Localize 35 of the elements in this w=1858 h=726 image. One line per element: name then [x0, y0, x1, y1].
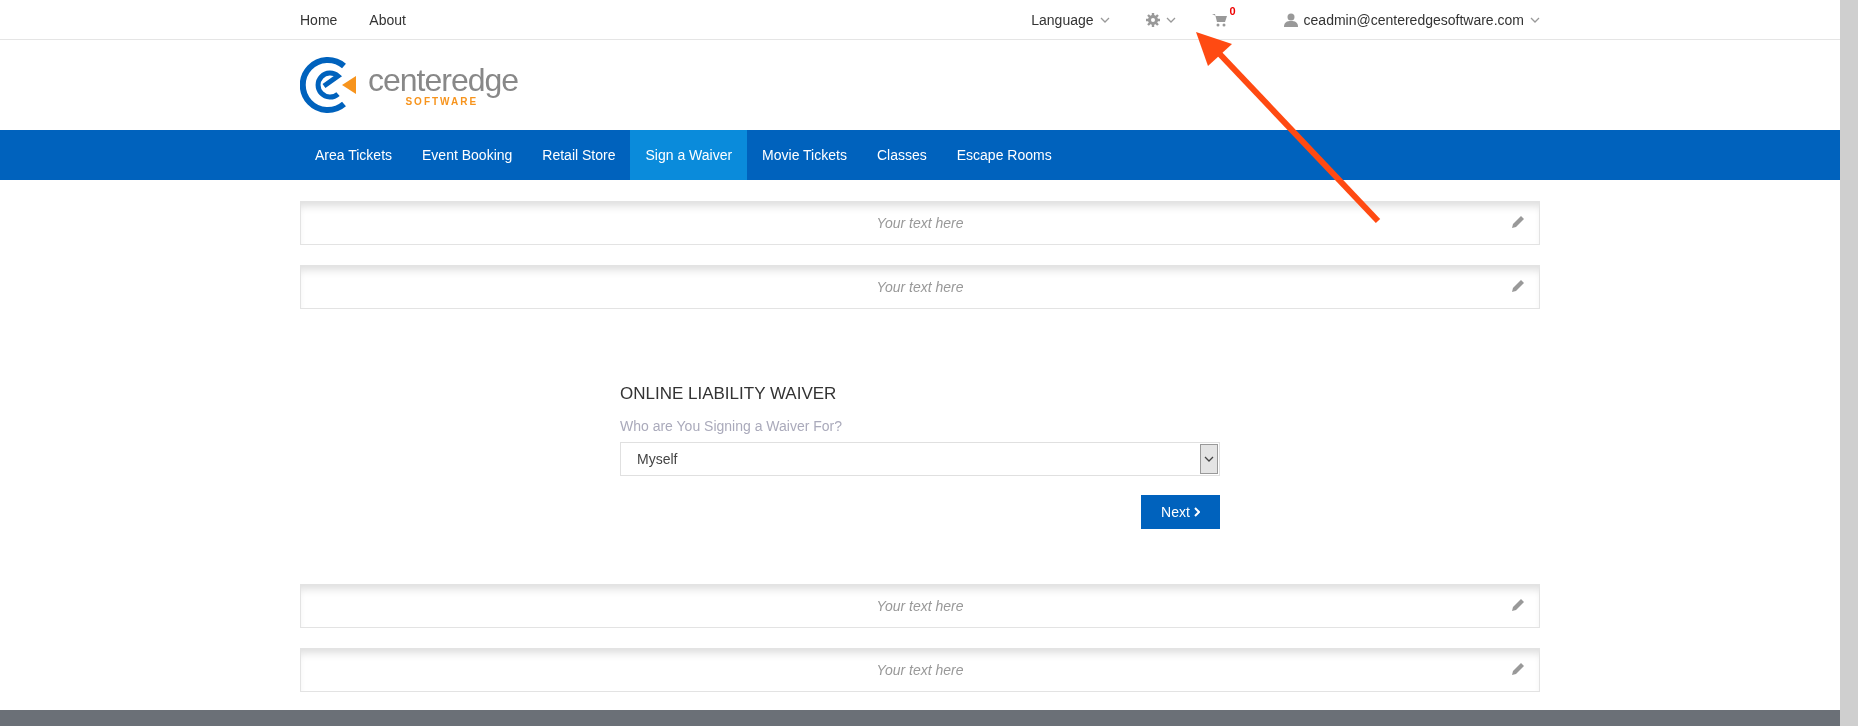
pencil-icon[interactable]: [1511, 215, 1525, 229]
language-dropdown[interactable]: Language: [1031, 11, 1110, 28]
logo-tagline: SOFTWARE: [405, 95, 479, 107]
nav-tab[interactable]: Classes: [861, 130, 942, 180]
nav-tab[interactable]: Movie Tickets: [747, 130, 862, 180]
placeholder-text: Your text here: [876, 598, 964, 614]
cart-count: 0: [1229, 4, 1236, 17]
select-field[interactable]: Myself: [620, 442, 1220, 476]
chevron-down-icon: [1099, 16, 1110, 23]
top-link[interactable]: Home: [300, 11, 338, 28]
settings-icon: [1145, 12, 1160, 27]
nav-tab[interactable]: Retail Store: [527, 130, 631, 180]
user-dropdown[interactable]: ceadmin@centeredgesoftware.com: [1283, 11, 1540, 28]
pencil-icon[interactable]: [1511, 598, 1525, 612]
scrollbar[interactable]: [1840, 0, 1858, 726]
next-button[interactable]: Next: [1141, 495, 1220, 529]
chevron-down-icon: [1165, 16, 1176, 23]
chevron-down-icon: [1530, 16, 1540, 23]
pencil-icon[interactable]: [1511, 279, 1525, 293]
settings-dropdown[interactable]: [1145, 12, 1176, 27]
logo-wordmark: centeredge: [368, 63, 519, 96]
nav-tab[interactable]: Area Tickets: [300, 130, 408, 180]
nav-tab[interactable]: Event Booking: [407, 130, 528, 180]
nav-tab[interactable]: Sign a Waiver: [630, 130, 748, 180]
pencil-icon[interactable]: [1511, 662, 1525, 676]
nav-tab[interactable]: Escape Rooms: [941, 130, 1067, 180]
form-title: ONLINE LIABILITY WAIVER: [620, 384, 838, 404]
user-icon: [1283, 12, 1298, 27]
placeholder-text: Your text here: [876, 279, 964, 295]
placeholder-text: Your text here: [876, 662, 964, 678]
chevron-right-icon: [1193, 507, 1200, 517]
top-link[interactable]: About: [369, 11, 406, 28]
cart-icon: [1211, 12, 1228, 27]
placeholder-text: Your text here: [876, 215, 964, 231]
field-label: Who are You Signing a Waiver For?: [620, 418, 844, 434]
